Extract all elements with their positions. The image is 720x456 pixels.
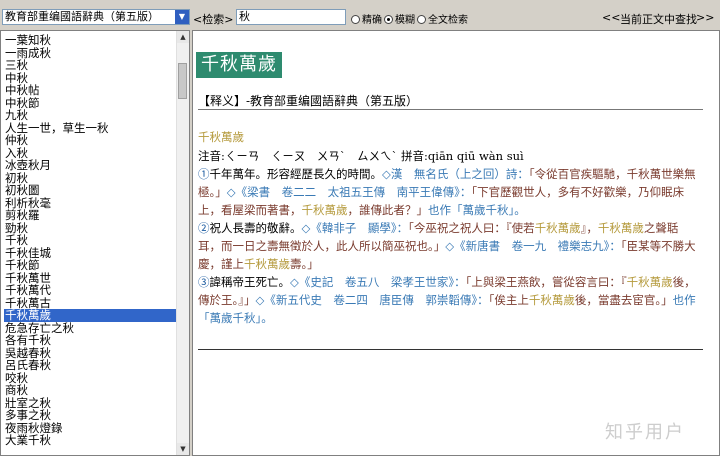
scroll-down-icon[interactable]: ▼ xyxy=(177,443,189,455)
word-list-item[interactable]: 壯室之秋 xyxy=(4,397,176,410)
chevron-down-icon[interactable]: ▼ xyxy=(175,10,189,24)
scroll-up-icon[interactable]: ▲ xyxy=(177,31,189,43)
entry-panel: 千秋萬歲 【释义】-教育部重编國語辭典（第五版） 千秋萬歲 注音:ㄑㄧㄢ ㄑㄧㄡ… xyxy=(192,30,720,456)
sense-definition: 千年萬年。形容經歷長久的時間。 xyxy=(209,167,383,181)
word-list-item[interactable]: 一雨成秋 xyxy=(4,47,176,60)
sense-3: ③諱稱帝王死亡。◇《史記 卷五八 梁孝王世家》：「上與梁王燕飲，嘗從容言曰：『千… xyxy=(198,273,698,327)
quotation: ，誰傳此者？」 xyxy=(347,203,429,217)
search-input[interactable]: 秋 xyxy=(236,9,346,25)
word-list-item[interactable]: 中秋節 xyxy=(4,97,176,110)
citation-link[interactable]: ◇《梁書 卷二二 太祖五王傳 南平王偉傳》： xyxy=(227,185,472,199)
dictionary-select[interactable]: 教育部重编國語辭典（第五版） ▼ xyxy=(2,9,190,25)
word-list-item[interactable]: 千秋萬世 xyxy=(4,272,176,285)
entry-body: 注音:ㄑㄧㄢ ㄑㄧㄡ ㄨㄢˋ ㄙㄨㄟˋ 拼音:qiān qiū wàn suì … xyxy=(198,147,698,327)
word-list-item[interactable]: 三秋 xyxy=(4,59,176,72)
sub-headword: 千秋萬歲 xyxy=(198,130,244,144)
search-label: <检索> xyxy=(193,13,234,26)
mode-exact-label: 精确 xyxy=(362,15,382,26)
mode-exact-radio[interactable]: 精确 xyxy=(351,11,382,26)
citation-link[interactable]: ◇《史記 卷五八 梁孝王世家》： xyxy=(290,275,466,289)
word-list-panel: 一葉知秋 一雨成秋 三秋 中秋 中秋帖 中秋節 九秋 人生一世，草生一秋 仲秋 入秋 冰壺秋月 初秋初… xyxy=(0,30,190,456)
word-list-item[interactable]: 各有千秋 xyxy=(4,334,176,347)
word-list-scrollbar[interactable]: ▲ ▼ xyxy=(176,31,189,455)
headword-mention: 千秋萬歲 xyxy=(626,275,673,289)
word-list-item[interactable]: 初秋 xyxy=(4,172,176,185)
word-list-item[interactable]: 呂氏春秋 xyxy=(4,359,176,372)
toolbar: 教育部重编國語辭典（第五版） ▼ <检索> 秋 精确 模糊 全文检索 << 当前… xyxy=(0,0,720,30)
mode-fuzzy-label: 模糊 xyxy=(395,15,415,26)
word-list-item[interactable]: 大業千秋 xyxy=(4,434,176,447)
headword-mention: 千秋萬歲 xyxy=(534,221,581,235)
word-list-item[interactable]: 勁秋 xyxy=(4,222,176,235)
word-list-item[interactable]: 千秋萬歲 xyxy=(4,309,176,322)
quotation: 「上與梁王燕飲，嘗從容言曰：『 xyxy=(465,275,627,289)
word-list-item[interactable]: 千秋萬代 xyxy=(4,284,176,297)
word-list-item[interactable]: 初秋圖 xyxy=(4,184,176,197)
quotation: 「俟主上 xyxy=(488,293,529,307)
word-list-item[interactable]: 千秋 xyxy=(4,234,176,247)
word-list-item[interactable]: 夜雨秋燈錄 xyxy=(4,422,176,435)
divider xyxy=(198,109,703,110)
word-list-item[interactable]: 多事之秋 xyxy=(4,409,176,422)
word-list-item[interactable]: 千秋節 xyxy=(4,259,176,272)
sense-definition: 祝人長壽的敬辭。 xyxy=(209,221,302,235)
dictionary-select-value: 教育部重编國語辭典（第五版） xyxy=(5,10,159,23)
word-list-item[interactable]: 入秋 xyxy=(4,147,176,160)
citation-link[interactable]: ◇漢 無名氏（上之回）詩： xyxy=(382,167,529,181)
word-list-item[interactable]: 商秋 xyxy=(4,384,176,397)
sense-2: ②祝人長壽的敬辭。◇《韓非子 顯學》：「今巫祝之祝人曰：『使若千秋萬歲』，千秋萬… xyxy=(198,219,698,273)
divider xyxy=(198,349,703,350)
citation-link[interactable]: ◇《韓非子 顯學》： xyxy=(302,221,409,235)
headword-mention: 千秋萬歲 xyxy=(301,203,348,217)
word-list-item[interactable]: 吳越春秋 xyxy=(4,347,176,360)
word-list-item[interactable]: 中秋 xyxy=(4,72,176,85)
sense-number: ② xyxy=(198,221,210,235)
citation-link[interactable]: ◇《新五代史 卷二四 唐臣傳 郭崇韜傳》： xyxy=(256,293,489,307)
radio-icon xyxy=(384,15,393,24)
sense-1: ①千年萬年。形容經歷長久的時間。◇漢 無名氏（上之回）詩：「令從百官疾驅馳，千秋… xyxy=(198,165,698,219)
word-list-item[interactable]: 危急存亡之秋 xyxy=(4,322,176,335)
radio-icon xyxy=(417,15,426,24)
radio-icon xyxy=(351,15,360,24)
word-list-item[interactable]: 一葉知秋 xyxy=(4,34,176,47)
quotation: 』， xyxy=(580,221,598,235)
sense-number: ③ xyxy=(198,275,210,289)
quotation: 「今巫祝之祝人曰：『使若 xyxy=(408,221,535,235)
quotation: 壽。」 xyxy=(290,257,319,271)
word-list-item[interactable]: 千秋萬古 xyxy=(4,297,176,310)
word-list-item[interactable]: 千秋佳城 xyxy=(4,247,176,260)
word-list: 一葉知秋 一雨成秋 三秋 中秋 中秋帖 中秋節 九秋 人生一世，草生一秋 仲秋 入秋 冰壺秋月 初秋初… xyxy=(4,34,176,447)
quotation: 後，當盡去宦官。」 xyxy=(574,293,673,307)
variant-form[interactable]: 也作「萬歲千秋」。 xyxy=(428,203,526,217)
headword-mention: 千秋萬歲 xyxy=(244,257,290,271)
mode-fulltext-radio[interactable]: 全文检索 xyxy=(417,11,468,26)
sense-number: ① xyxy=(198,167,210,181)
word-list-item[interactable]: 咬秋 xyxy=(4,372,176,385)
word-list-item[interactable]: 利析秋毫 xyxy=(4,197,176,210)
mode-fuzzy-radio[interactable]: 模糊 xyxy=(384,11,415,26)
word-list-item[interactable]: 人生一世，草生一秋 xyxy=(4,122,176,135)
word-list-item[interactable]: 仲秋 xyxy=(4,134,176,147)
source-line: 【释义】-教育部重编國語辭典（第五版） xyxy=(198,94,419,108)
watermark: 知乎用户 xyxy=(605,422,685,443)
word-list-item[interactable]: 剪秋羅 xyxy=(4,209,176,222)
find-in-text-label: 当前正文中查找 xyxy=(620,13,697,26)
headword-mention: 千秋萬歲 xyxy=(528,293,575,307)
headword: 千秋萬歲 xyxy=(196,52,282,78)
mode-fulltext-label: 全文检索 xyxy=(428,15,468,26)
word-list-item[interactable]: 中秋帖 xyxy=(4,84,176,97)
pronunciation: 注音:ㄑㄧㄢ ㄑㄧㄡ ㄨㄢˋ ㄙㄨㄟˋ 拼音:qiān qiū wàn suì xyxy=(198,149,524,163)
find-prev-button[interactable]: << xyxy=(602,11,620,24)
find-next-button[interactable]: >> xyxy=(696,11,714,24)
citation-link[interactable]: ◇《新唐書 卷一九 禮樂志九》： xyxy=(445,239,621,253)
scroll-thumb[interactable] xyxy=(178,63,187,99)
sense-definition: 諱稱帝王死亡。 xyxy=(209,275,291,289)
headword-mention: 千秋萬歲 xyxy=(597,221,644,235)
word-list-item[interactable]: 九秋 xyxy=(4,109,176,122)
word-list-item[interactable]: 冰壺秋月 xyxy=(4,159,176,172)
